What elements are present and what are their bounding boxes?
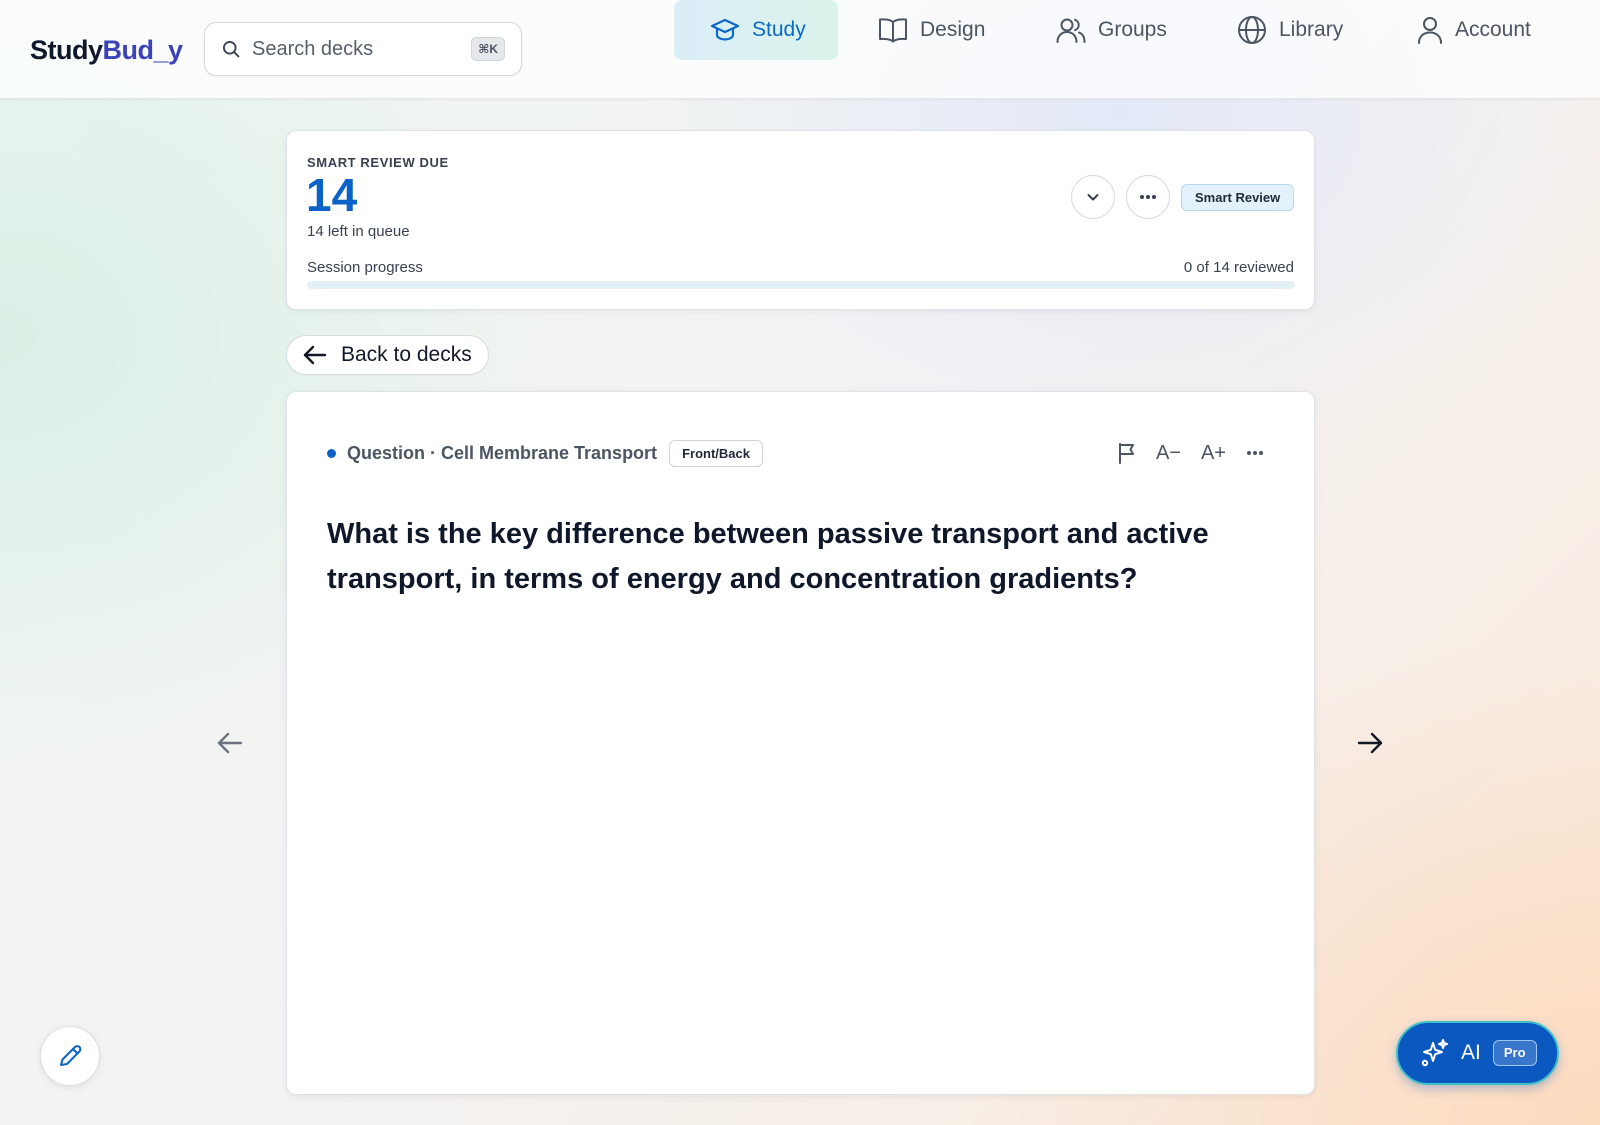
- card-more-button[interactable]: [1246, 450, 1264, 456]
- logo-primary: Study: [30, 35, 103, 65]
- open-book-icon: [879, 18, 907, 43]
- session-progress-bar: [307, 281, 1295, 289]
- flashcard[interactable]: Question · Cell Membrane Transport Front…: [286, 391, 1315, 1095]
- sparkles-icon: [1421, 1039, 1448, 1067]
- previous-card-arrow-icon[interactable]: [214, 727, 246, 759]
- search-input[interactable]: [252, 37, 472, 61]
- back-to-decks-label: Back to decks: [341, 343, 472, 366]
- next-card-arrow-icon[interactable]: [1354, 727, 1386, 759]
- chevron-down-icon: [1087, 194, 1099, 201]
- nav-design[interactable]: Design: [878, 0, 1008, 60]
- review-queue-text: 14 left in queue: [307, 223, 410, 240]
- card-meta-text: Question · Cell Membrane Transport: [347, 442, 658, 463]
- flag-icon: [1118, 443, 1134, 464]
- graduation-cap-icon: [710, 18, 740, 41]
- nav-library-label: Library: [1279, 18, 1344, 41]
- users-icon: [1056, 18, 1086, 43]
- review-mode-badge: Smart Review: [1181, 184, 1295, 211]
- search-box[interactable]: ⌘K: [204, 22, 522, 76]
- search-icon: [223, 41, 240, 58]
- card-toolbar: A− A+: [1098, 436, 1264, 470]
- back-to-decks-button[interactable]: Back to decks: [286, 335, 489, 375]
- card-type-badge: Front/Back: [669, 439, 763, 467]
- nav-groups-label: Groups: [1098, 18, 1167, 41]
- increase-font-button[interactable]: A+: [1201, 442, 1226, 465]
- review-more-button[interactable]: [1126, 175, 1170, 219]
- edit-card-button[interactable]: [40, 1026, 100, 1086]
- nav-account[interactable]: Account: [1417, 0, 1557, 60]
- logo-accent: Bud_y: [102, 35, 184, 65]
- search-shortcut-badge: ⌘K: [471, 37, 505, 61]
- progress-label: Session progress: [307, 259, 423, 276]
- review-eyebrow: SMART REVIEW DUE: [307, 155, 449, 170]
- globe-icon: [1238, 16, 1266, 44]
- nav-library[interactable]: Library: [1237, 0, 1367, 60]
- smart-review-panel: SMART REVIEW DUE 14 14 left in queue Sma…: [286, 130, 1315, 310]
- nav-study[interactable]: Study: [674, 0, 838, 60]
- review-due-count: 14: [306, 169, 358, 221]
- decrease-font-button[interactable]: A−: [1156, 442, 1181, 465]
- more-horizontal-icon: [1140, 195, 1156, 199]
- more-horizontal-icon: [1247, 451, 1263, 455]
- expand-button[interactable]: [1071, 175, 1115, 219]
- ai-label: AI: [1461, 1041, 1481, 1064]
- ai-assistant-button[interactable]: AI Pro: [1396, 1021, 1559, 1085]
- status-dot: [327, 448, 336, 458]
- card-meta: Question · Cell Membrane Transport Front…: [327, 439, 763, 467]
- flag-button[interactable]: [1118, 442, 1136, 464]
- nav-groups[interactable]: Groups: [1056, 0, 1186, 60]
- progress-count: 0 of 14 reviewed: [1183, 259, 1294, 276]
- top-bar: StudyBud_y ⌘K Study Design Groups: [0, 0, 1600, 99]
- nav-study-label: Study: [752, 18, 806, 41]
- pencil-icon: [60, 1045, 82, 1066]
- nav-design-label: Design: [920, 18, 986, 41]
- pro-badge: Pro: [1492, 1040, 1537, 1066]
- arrow-left-icon: [303, 345, 327, 365]
- nav-account-label: Account: [1455, 18, 1531, 41]
- user-icon: [1418, 17, 1442, 44]
- app-logo[interactable]: StudyBud_y: [30, 30, 183, 70]
- question-text: What is the key difference between passi…: [327, 518, 1209, 595]
